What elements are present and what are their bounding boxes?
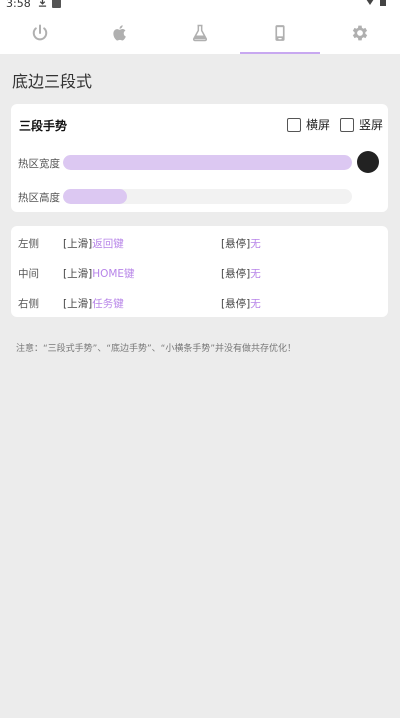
action-row-center: 中间 [上滑]HOME键 [悬停]无 <box>11 257 388 287</box>
hotzone-height-fill <box>63 189 127 204</box>
swipe-label: [上滑] <box>63 298 93 310</box>
portrait-checkbox-box[interactable] <box>340 117 354 132</box>
swipe-action-center[interactable]: [上滑]HOME键 <box>63 266 135 281</box>
swipe-value: 任务键 <box>92 298 124 310</box>
tab-bar <box>0 12 400 54</box>
wifi-battery-icon <box>366 0 386 6</box>
action-row-right: 右侧 [上滑]任务键 [悬停]无 <box>11 287 388 317</box>
flask-icon <box>192 24 208 42</box>
hover-action-center[interactable]: [悬停]无 <box>221 266 261 281</box>
tab-apple[interactable] <box>80 12 160 54</box>
gesture-title: 三段手势 <box>19 119 68 133</box>
hover-value: 无 <box>250 268 261 280</box>
download-icon <box>38 0 47 7</box>
gesture-card: 三段手势 横屏 竖屏 热区宽度 热区高度 <box>11 104 388 212</box>
hotzone-height-slider[interactable] <box>63 189 352 204</box>
status-bar: 3:58 <box>0 0 400 12</box>
hover-action-right[interactable]: [悬停]无 <box>221 296 261 311</box>
hotzone-height-label: 热区高度 <box>18 192 60 204</box>
landscape-checkbox-box[interactable] <box>287 117 301 132</box>
hotzone-width-slider[interactable] <box>63 155 352 170</box>
tab-power[interactable] <box>0 12 80 54</box>
swipe-action-right[interactable]: [上滑]任务键 <box>63 296 124 311</box>
sd-card-icon <box>52 0 61 8</box>
status-time: 3:58 <box>6 0 31 10</box>
swipe-action-left[interactable]: [上滑]返回键 <box>63 236 124 251</box>
landscape-label: 横屏 <box>306 118 331 132</box>
hover-value: 无 <box>250 298 261 310</box>
coexistence-note: 注意：“三段式手势”、“底边手势”、“小横条手势”并没有做共存优化！ <box>16 344 296 354</box>
hotzone-width-fill <box>63 155 352 170</box>
hover-label: [悬停] <box>221 238 251 250</box>
hotzone-width-thumb[interactable] <box>357 151 379 173</box>
hotzone-width-label: 热区宽度 <box>18 158 60 170</box>
swipe-value: HOME键 <box>92 268 135 280</box>
apple-icon <box>113 25 126 41</box>
swipe-value: 返回键 <box>92 238 124 250</box>
tab-settings[interactable] <box>320 12 400 54</box>
row-position: 中间 <box>18 268 39 280</box>
hover-label: [悬停] <box>221 298 251 310</box>
hover-action-left[interactable]: [悬停]无 <box>221 236 261 251</box>
actions-card: 左侧 [上滑]返回键 [悬停]无 中间 [上滑]HOME键 [悬停]无 右侧 [… <box>11 226 388 317</box>
page-title: 底边三段式 <box>12 72 93 91</box>
action-row-left: 左侧 [上滑]返回键 [悬停]无 <box>11 227 388 257</box>
row-position: 左侧 <box>18 238 39 250</box>
row-position: 右侧 <box>18 298 39 310</box>
portrait-checkbox[interactable]: 竖屏 <box>340 116 383 133</box>
hover-value: 无 <box>250 238 261 250</box>
hover-label: [悬停] <box>221 268 251 280</box>
swipe-label: [上滑] <box>63 238 93 250</box>
portrait-label: 竖屏 <box>359 118 384 132</box>
swipe-label: [上滑] <box>63 268 93 280</box>
gear-icon <box>352 25 368 41</box>
tab-phone[interactable] <box>240 12 320 54</box>
phone-icon <box>275 25 285 41</box>
tab-flask[interactable] <box>160 12 240 54</box>
power-icon <box>32 24 48 41</box>
landscape-checkbox[interactable]: 横屏 <box>287 116 330 133</box>
